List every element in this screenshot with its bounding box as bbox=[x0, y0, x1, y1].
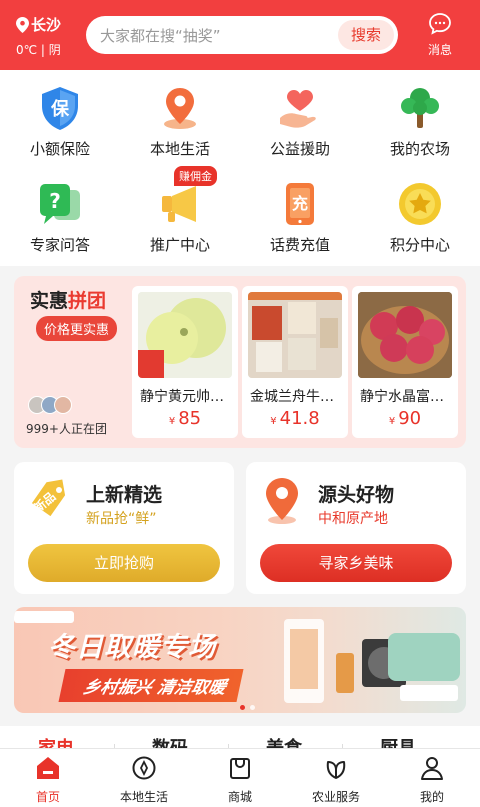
nav-label: 首页 bbox=[35, 790, 60, 804]
product-price: ¥85 bbox=[168, 408, 202, 429]
compass-icon bbox=[132, 756, 156, 780]
banner-ribbon: 乡村振兴 清洁取暖 bbox=[58, 669, 244, 702]
nav-label: 商城 bbox=[227, 790, 252, 804]
nav-profile[interactable]: 我的 bbox=[384, 755, 480, 805]
service-points[interactable]: 积分中心 bbox=[360, 180, 480, 255]
service-farm[interactable]: 我的农场 bbox=[360, 84, 480, 159]
location-pin-icon bbox=[266, 478, 298, 524]
nav-label: 我的 bbox=[419, 790, 444, 804]
phone-charge-icon: 充 bbox=[286, 183, 314, 225]
service-label: 我的农场 bbox=[389, 140, 450, 158]
heater-illustration bbox=[284, 619, 460, 703]
messages-label: 消息 bbox=[427, 43, 452, 57]
new-arrivals-card[interactable]: 新品 上新精选 新品抢“鲜” 立即抢购 bbox=[14, 462, 234, 594]
card-subtitle: 中和原产地 bbox=[318, 511, 388, 527]
group-buy-title: 实惠拼团 bbox=[30, 290, 107, 312]
search-button[interactable]: 搜索 bbox=[338, 20, 394, 50]
search-placeholder: 大家都在搜“抽奖” bbox=[100, 27, 221, 45]
product-name: 金城兰舟牛肉面 bbox=[250, 389, 348, 405]
card-subtitle: 新品抢“鲜” bbox=[86, 511, 157, 527]
weather-info: 0℃ | 阴 bbox=[16, 43, 61, 57]
product-card[interactable]: 静宁黄元帅苹果 ¥85 bbox=[132, 286, 238, 438]
location-selector[interactable]: 长沙 0℃ | 阴 bbox=[16, 14, 61, 58]
carousel-dot-active bbox=[240, 705, 245, 710]
carousel-dot bbox=[250, 705, 255, 710]
chat-icon bbox=[429, 13, 451, 35]
tree-icon bbox=[401, 88, 439, 128]
shop-now-button[interactable]: 立即抢购 bbox=[28, 544, 220, 582]
shield-bao-icon: 保 bbox=[42, 87, 78, 130]
service-label: 本地生活 bbox=[149, 140, 210, 158]
svg-text:?: ? bbox=[49, 189, 61, 213]
product-price: ¥41.8 bbox=[270, 408, 320, 429]
bottom-navigation: 首页 本地生活 商城 农业服务 我的 bbox=[0, 748, 480, 807]
question-chat-icon: ? bbox=[40, 184, 80, 224]
origin-goods-card[interactable]: 源头好物 中和原产地 寻家乡美味 bbox=[246, 462, 466, 594]
service-promotion[interactable]: 推广中心 bbox=[120, 180, 240, 255]
search-bar[interactable]: 大家都在搜“抽奖” 搜索 bbox=[86, 16, 398, 54]
group-buy-subtitle: 价格更实惠 bbox=[36, 316, 118, 341]
messages-button[interactable]: 消息 bbox=[420, 12, 460, 58]
service-label: 话费充值 bbox=[269, 236, 330, 254]
product-card[interactable]: 金城兰舟牛肉面 ¥41.8 bbox=[242, 286, 348, 438]
shopping-bag-icon bbox=[230, 758, 250, 779]
service-grid: 保 小额保险 本地生活 公益援助 我的农场 ? 专家问答 推广中心 充 话费充值… bbox=[0, 70, 480, 266]
nav-mall[interactable]: 商城 bbox=[192, 755, 288, 805]
user-icon bbox=[421, 757, 443, 780]
map-pin-icon bbox=[164, 88, 196, 129]
winter-heating-banner[interactable]: 冬日取暖专场 乡村振兴 清洁取暖 bbox=[14, 607, 466, 713]
service-charity[interactable]: 公益援助 bbox=[240, 84, 360, 159]
location-pin-icon bbox=[16, 16, 29, 33]
service-label: 专家问答 bbox=[29, 236, 90, 254]
banner-title: 冬日取暖专场 bbox=[48, 632, 216, 663]
product-name: 静宁水晶富士苹果 bbox=[360, 389, 458, 405]
air-conditioner-illustration bbox=[14, 611, 74, 623]
nav-home[interactable]: 首页 bbox=[0, 755, 96, 805]
service-label: 公益援助 bbox=[269, 140, 330, 158]
commission-badge: 赚佣金 bbox=[174, 166, 217, 186]
service-local-life[interactable]: 本地生活 bbox=[120, 84, 240, 159]
product-image bbox=[358, 292, 452, 378]
service-phone-recharge[interactable]: 充 话费充值 bbox=[240, 180, 360, 255]
nav-label: 本地生活 bbox=[119, 790, 168, 804]
home-icon bbox=[37, 757, 59, 779]
svg-text:保: 保 bbox=[50, 98, 70, 120]
product-price: ¥90 bbox=[388, 408, 422, 429]
leaf-icon bbox=[326, 761, 346, 779]
service-label: 小额保险 bbox=[29, 140, 90, 158]
new-tag-icon: 新品 bbox=[30, 479, 66, 517]
hometown-flavor-button[interactable]: 寻家乡美味 bbox=[260, 544, 452, 582]
product-image bbox=[138, 292, 232, 378]
nav-local-life[interactable]: 本地生活 bbox=[96, 755, 192, 805]
nav-agri-service[interactable]: 农业服务 bbox=[288, 755, 384, 805]
megaphone-icon bbox=[162, 186, 196, 222]
avatar bbox=[54, 396, 72, 414]
carousel-indicator bbox=[240, 705, 260, 710]
city-name: 长沙 bbox=[31, 16, 62, 34]
service-insurance[interactable]: 保 小额保险 bbox=[0, 84, 120, 159]
product-image bbox=[248, 292, 342, 378]
service-label: 推广中心 bbox=[149, 236, 210, 254]
top-header: 长沙 0℃ | 阴 大家都在搜“抽奖” 搜索 消息 bbox=[0, 0, 480, 70]
card-title: 源头好物 bbox=[318, 484, 395, 506]
nav-label: 农业服务 bbox=[311, 790, 360, 804]
service-label: 积分中心 bbox=[389, 236, 450, 254]
group-buy-section[interactable]: 实惠拼团 价格更实惠 999+人正在团 静宁黄元帅苹果 ¥85 金城兰舟牛肉面 … bbox=[14, 276, 466, 448]
svg-text:充: 充 bbox=[292, 194, 308, 213]
star-coin-icon bbox=[399, 183, 441, 225]
participant-count: 999+人正在团 bbox=[26, 422, 107, 436]
product-name: 静宁黄元帅苹果 bbox=[140, 389, 238, 405]
card-title: 上新精选 bbox=[86, 484, 163, 506]
hand-heart-icon bbox=[280, 90, 316, 128]
service-expert-qa[interactable]: ? 专家问答 bbox=[0, 180, 120, 255]
product-card[interactable]: 静宁水晶富士苹果 ¥90 bbox=[352, 286, 458, 438]
